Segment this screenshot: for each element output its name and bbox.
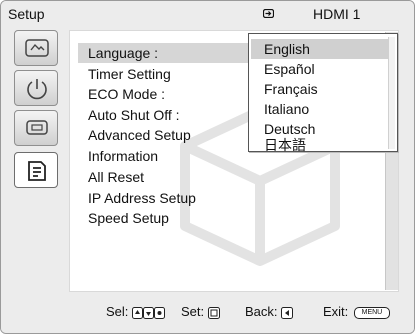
- hint-select-label: Sel:: [106, 304, 129, 319]
- sidebar-item-screen[interactable]: [14, 110, 58, 146]
- language-dropdown[interactable]: English Español Français Italiano Deutsc…: [248, 33, 398, 152]
- menu-item-all-reset[interactable]: All Reset: [88, 167, 253, 187]
- language-option-italiano[interactable]: Italiano: [251, 99, 395, 119]
- hint-select: Sel:: [106, 304, 166, 320]
- sidebar-item-picture[interactable]: [14, 30, 58, 66]
- language-option-deutsch[interactable]: Deutsch: [251, 119, 395, 139]
- power-icon: [27, 79, 47, 100]
- enter-key-icon: [207, 306, 220, 319]
- hint-back: Back:: [245, 304, 294, 320]
- arrow-keys-icon: [132, 306, 166, 319]
- hint-set: Set:: [181, 304, 220, 320]
- back-key-icon: [281, 306, 294, 319]
- page-title: Setup: [8, 6, 45, 22]
- language-option-japanese[interactable]: 日本語: [251, 138, 395, 152]
- menu-item-speed-setup[interactable]: Speed Setup: [88, 208, 253, 228]
- hint-back-label: Back:: [245, 304, 278, 319]
- menu-item-timer-setting[interactable]: Timer Setting: [88, 64, 253, 84]
- language-option-francais[interactable]: Français: [251, 79, 395, 99]
- language-option-espanol[interactable]: Español: [251, 59, 395, 79]
- sidebar-item-power[interactable]: [14, 70, 58, 106]
- header-bar: Setup HDMI 1: [1, 1, 414, 28]
- picture-icon: [25, 39, 49, 57]
- menu-item-language[interactable]: Language :: [78, 43, 253, 63]
- setup-screen: Setup HDMI 1 Language: Timer Setting EC…: [0, 0, 415, 334]
- screen-icon: [26, 120, 48, 135]
- hint-set-label: Set:: [181, 304, 205, 319]
- menu-item-eco-mode[interactable]: ECO Mode :: [88, 84, 253, 104]
- sidebar-item-setup[interactable]: [14, 152, 58, 188]
- menu-item-advanced-setup[interactable]: Advanced Setup: [88, 125, 253, 145]
- language-option-english[interactable]: English: [251, 39, 395, 59]
- footer-hints: Sel: Set: Back: Exit: MENU: [1, 292, 414, 333]
- hint-exit-label: Exit:: [323, 304, 349, 319]
- menu-item-ip-address-setup[interactable]: IP Address Setup: [88, 188, 253, 208]
- dropdown-scrollbar[interactable]: [388, 37, 395, 149]
- input-source-icon: [263, 9, 274, 18]
- sidebar: [8, 30, 63, 292]
- menu-key-icon: MENU: [353, 306, 390, 319]
- menu-item-information[interactable]: Information: [88, 146, 253, 166]
- input-source-label: HDMI 1: [313, 6, 361, 22]
- hint-exit: Exit: MENU: [323, 304, 390, 320]
- setup-icon: [28, 161, 46, 181]
- menu-item-auto-shut-off[interactable]: Auto Shut Off :: [88, 105, 253, 125]
